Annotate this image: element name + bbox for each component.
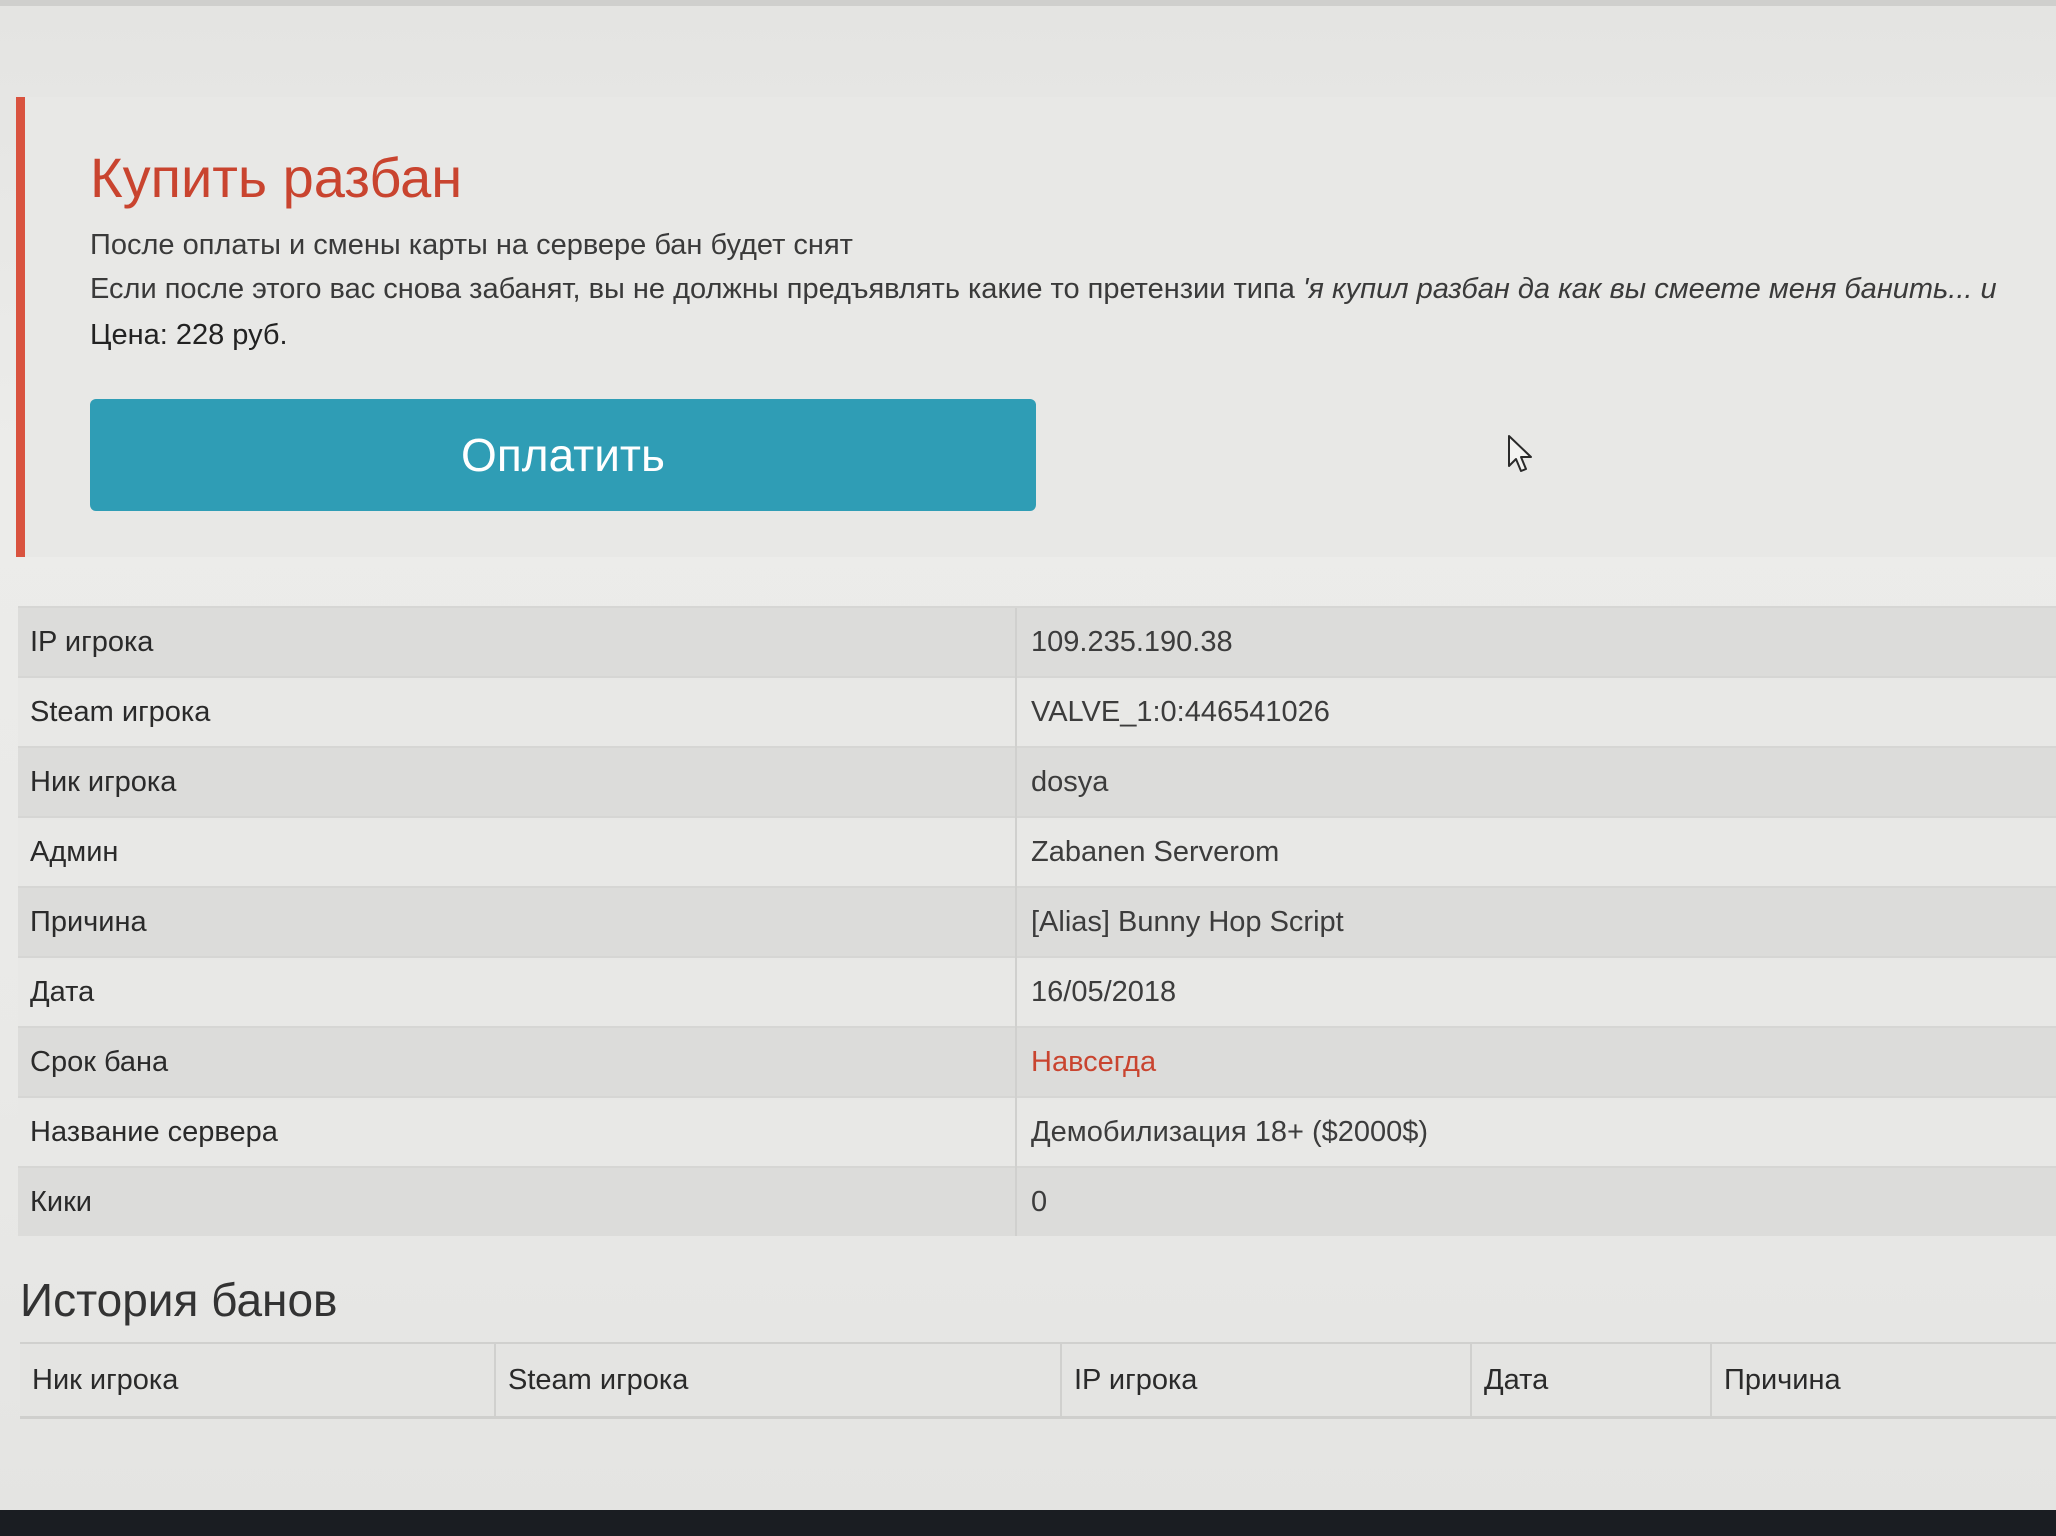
ban-info-table: IP игрока 109.235.190.38 Steam игрока VALVE…	[18, 606, 2056, 1236]
ban-info-value: 16/05/2018	[1015, 956, 2056, 1027]
ban-info-row: IP игрока 109.235.190.38	[18, 606, 2056, 677]
ban-info-row: Админ Zabanen Serverom	[18, 816, 2056, 887]
ban-info-value: [Alias] Bunny Hop Script	[1015, 886, 2056, 957]
ban-info-key: Дата	[18, 956, 1016, 1027]
ban-info-row: Срок бана Навсегда	[18, 1026, 2056, 1097]
history-column-header[interactable]: IP игрока	[1060, 1342, 1471, 1419]
ban-info-row: Кики 0	[18, 1166, 2056, 1236]
warning-quote: 'я купил разбан да как вы смеете меня ба…	[1302, 273, 1997, 305]
bottom-screen-edge	[0, 1510, 2056, 1536]
ban-info-value: VALVE_1:0:446541026	[1015, 676, 2056, 747]
history-header-row: Ник игрока Steam игрока IP игрока Дата Причи…	[20, 1342, 2056, 1419]
history-column-header[interactable]: Причина	[1710, 1342, 2056, 1419]
ban-info-row: Steam игрока VALVE_1:0:446541026	[18, 676, 2056, 747]
ban-info-row: Дата 16/05/2018	[18, 956, 2056, 1027]
callout-line-warning: Если после этого вас снова забанят, вы н…	[90, 273, 1997, 306]
ban-info-value: dosya	[1015, 746, 2056, 817]
ban-info-value: Демобилизация 18+ ($2000$)	[1015, 1096, 2056, 1167]
ban-history-title: История банов	[20, 1274, 338, 1326]
ban-info-key: Кики	[18, 1166, 1016, 1236]
ban-info-key: Steam игрока	[18, 676, 1016, 747]
ban-info-value: 0	[1015, 1166, 2056, 1236]
ban-info-key: Срок бана	[18, 1026, 1016, 1097]
ban-info-row: Причина [Alias] Bunny Hop Script	[18, 886, 2056, 957]
mouse-pointer-icon	[1508, 435, 1532, 472]
history-column-header[interactable]: Дата	[1470, 1342, 1711, 1419]
ban-page: Купить разбан После оплаты и смены карты…	[0, 0, 2056, 1536]
ban-info-key: Название сервера	[18, 1096, 1016, 1167]
price-label: Цена: 228 руб.	[90, 319, 288, 351]
buy-unban-callout: Купить разбан После оплаты и смены карты…	[16, 97, 2056, 557]
top-screen-edge	[0, 0, 2056, 6]
ban-info-key: Ник игрока	[18, 746, 1016, 817]
callout-title: Купить разбан	[90, 146, 463, 209]
ban-info-key: Причина	[18, 886, 1016, 957]
ban-info-value: Zabanen Serverom	[1015, 816, 2056, 887]
callout-line-unban-info: После оплаты и смены карты на сервере ба…	[90, 229, 853, 261]
warning-text: Если после этого вас снова забанят, вы н…	[90, 273, 1303, 305]
ban-info-value: 109.235.190.38	[1015, 606, 2056, 677]
ban-info-value: Навсегда	[1015, 1026, 2056, 1097]
pay-button[interactable]: Оплатить	[90, 399, 1036, 511]
ban-info-key: Админ	[18, 816, 1016, 887]
history-column-header[interactable]: Steam игрока	[494, 1342, 1061, 1419]
history-column-header[interactable]: Ник игрока	[20, 1342, 495, 1419]
ban-history-table: Ник игрока Steam игрока IP игрока Дата Причи…	[20, 1342, 2056, 1419]
ban-info-row: Название сервера Демобилизация 18+ ($2000…	[18, 1096, 2056, 1167]
ban-info-row: Ник игрока dosya	[18, 746, 2056, 817]
ban-info-key: IP игрока	[18, 606, 1016, 677]
